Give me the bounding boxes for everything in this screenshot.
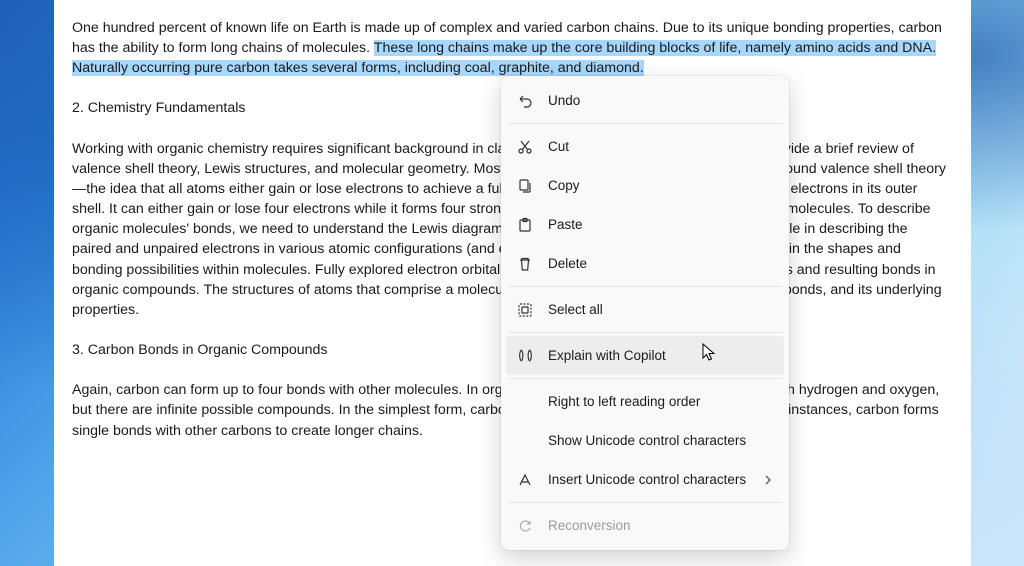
menu-label-delete: Delete (548, 256, 774, 271)
menu-item-rtl[interactable]: Right to left reading order (506, 382, 784, 421)
cut-icon (516, 138, 534, 156)
menu-label-paste: Paste (548, 217, 774, 232)
copilot-icon (516, 347, 534, 365)
menu-item-delete[interactable]: Delete (506, 244, 784, 283)
delete-icon (516, 255, 534, 273)
menu-label-select-all: Select all (548, 302, 774, 317)
menu-item-insert-unicode[interactable]: Insert Unicode control characters (506, 460, 784, 499)
copy-icon (516, 177, 534, 195)
menu-separator (508, 378, 782, 379)
paragraph-intro[interactable]: One hundred percent of known life on Ear… (72, 18, 949, 78)
menu-item-reconversion: Reconversion (506, 506, 784, 545)
menu-item-select-all[interactable]: Select all (506, 290, 784, 329)
menu-item-show-unicode[interactable]: Show Unicode control characters (506, 421, 784, 460)
menu-label-insert-unicode: Insert Unicode control characters (548, 472, 748, 487)
chevron-right-icon (762, 475, 774, 485)
reconversion-icon (516, 517, 534, 535)
menu-label-copy: Copy (548, 178, 774, 193)
blank-icon (516, 432, 534, 450)
menu-label-reconversion: Reconversion (548, 518, 774, 533)
menu-separator (508, 502, 782, 503)
context-menu: Undo Cut Copy Paste (501, 76, 789, 550)
menu-separator (508, 286, 782, 287)
menu-separator (508, 332, 782, 333)
undo-icon (516, 92, 534, 110)
blank-icon (516, 393, 534, 411)
menu-item-copy[interactable]: Copy (506, 166, 784, 205)
select-all-icon (516, 301, 534, 319)
insert-char-icon (516, 471, 534, 489)
menu-label-explain-copilot: Explain with Copilot (548, 348, 774, 363)
menu-item-explain-copilot[interactable]: Explain with Copilot (506, 336, 784, 375)
menu-separator (508, 123, 782, 124)
menu-item-paste[interactable]: Paste (506, 205, 784, 244)
menu-label-undo: Undo (548, 93, 774, 108)
paste-icon (516, 216, 534, 234)
menu-item-undo[interactable]: Undo (506, 81, 784, 120)
menu-item-cut[interactable]: Cut (506, 127, 784, 166)
menu-label-show-unicode: Show Unicode control characters (548, 433, 774, 448)
menu-label-rtl: Right to left reading order (548, 394, 774, 409)
menu-label-cut: Cut (548, 139, 774, 154)
